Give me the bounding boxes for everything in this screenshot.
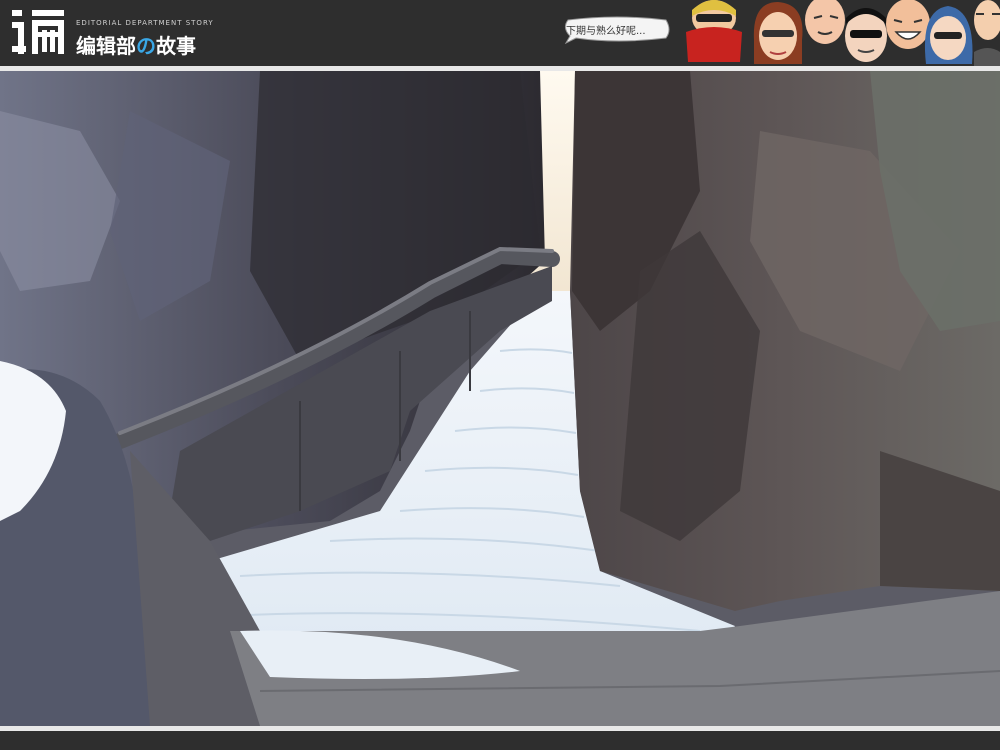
character-faces bbox=[686, 0, 1000, 68]
site-footer bbox=[0, 731, 1000, 750]
bald-face-icon bbox=[805, 0, 845, 44]
speech-bubble-text: 下期与熟么好呢... bbox=[566, 26, 646, 37]
scarf-face-icon bbox=[686, 0, 742, 62]
logo-title-no: の bbox=[136, 34, 156, 58]
logo-title: 编辑部の故事 bbox=[76, 30, 196, 59]
logo-title-end: 故事 bbox=[156, 34, 196, 58]
logo-icon bbox=[12, 10, 64, 54]
logo-subtitle: EDITORIAL DEPARTMENT STORY bbox=[76, 19, 214, 27]
mountain-stairway-photo bbox=[0, 71, 1000, 726]
site-header: EDITORIAL DEPARTMENT STORY 编辑部の故事 下期与熟么好… bbox=[0, 0, 1000, 68]
laugh-face-icon bbox=[886, 0, 930, 49]
blue-hair-face-icon bbox=[924, 6, 973, 64]
photo-illustration bbox=[0, 71, 1000, 726]
girl-face-icon bbox=[753, 2, 803, 64]
man-face-icon bbox=[974, 0, 1000, 68]
glasses-face-icon bbox=[845, 8, 887, 62]
logo-title-main: 编辑部 bbox=[76, 34, 136, 58]
